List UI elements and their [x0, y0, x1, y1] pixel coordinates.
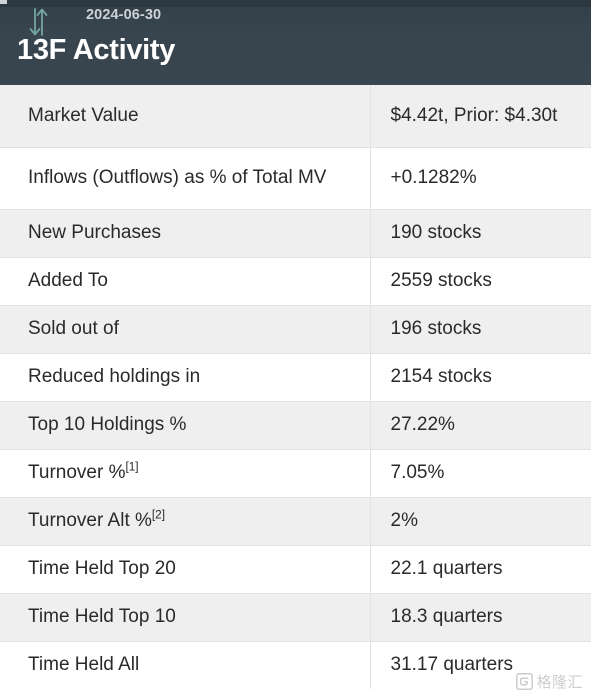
row-label: Inflows (Outflows) as % of Total MV: [0, 147, 371, 210]
row-label: Reduced holdings in: [0, 353, 371, 402]
row-label: Added To: [0, 257, 371, 306]
row-value: $4.42t, Prior: $4.30t: [370, 85, 591, 148]
table-row: Time Held Top 20 22.1 quarters: [0, 545, 591, 594]
table-row: Time Held Top 10 18.3 quarters: [0, 593, 591, 642]
row-value: 18.3 quarters: [370, 593, 591, 642]
card-header: 2024-06-30 13F Activity: [0, 0, 591, 85]
table-row: New Purchases 190 stocks: [0, 209, 591, 258]
row-label: Time Held Top 10: [0, 593, 371, 642]
row-value: 196 stocks: [370, 305, 591, 354]
row-value: 2154 stocks: [370, 353, 591, 402]
header-top-corner-accent: [0, 0, 7, 4]
stats-table-body: Market Value $4.42t, Prior: $4.30t Inflows…: [0, 85, 591, 689]
table-row: Sold out of 196 stocks: [0, 305, 591, 354]
table-row: Added To 2559 stocks: [0, 257, 591, 306]
row-label: Market Value: [0, 85, 371, 148]
footnote-marker[interactable]: [1]: [126, 461, 139, 474]
row-value: 2%: [370, 497, 591, 546]
row-value: 22.1 quarters: [370, 545, 591, 594]
row-label: Time Held All: [0, 641, 371, 689]
table-row: Inflows (Outflows) as % of Total MV +0.12…: [0, 147, 591, 210]
page-title: 13F Activity: [17, 34, 176, 66]
row-value: 27.22%: [370, 401, 591, 450]
table-row: Market Value $4.42t, Prior: $4.30t: [0, 85, 591, 148]
row-value: 2559 stocks: [370, 257, 591, 306]
table-row: Turnover Alt %[2] 2%: [0, 497, 591, 546]
footnote-marker[interactable]: [2]: [152, 509, 165, 522]
row-value: 7.05%: [370, 449, 591, 498]
row-label: New Purchases: [0, 209, 371, 258]
report-date: 2024-06-30: [86, 7, 162, 23]
stats-table: Market Value $4.42t, Prior: $4.30t Inflows…: [0, 85, 591, 689]
row-label: Turnover %[1]: [0, 449, 371, 498]
table-row: Time Held All 31.17 quarters: [0, 641, 591, 689]
row-label: Time Held Top 20: [0, 545, 371, 594]
header-top-strip: [0, 0, 591, 7]
table-row: Reduced holdings in 2154 stocks: [0, 353, 591, 402]
row-label: Turnover Alt %[2]: [0, 497, 371, 546]
row-label: Top 10 Holdings %: [0, 401, 371, 450]
table-row: Top 10 Holdings % 27.22%: [0, 401, 591, 450]
table-row: Turnover %[1] 7.05%: [0, 449, 591, 498]
row-label: Sold out of: [0, 305, 371, 354]
row-value: +0.1282%: [370, 147, 591, 210]
13f-activity-card: 2024-06-30 13F Activity Market Value $4.4…: [0, 0, 591, 700]
row-value: 31.17 quarters: [390, 654, 514, 676]
row-value: 190 stocks: [370, 209, 591, 258]
